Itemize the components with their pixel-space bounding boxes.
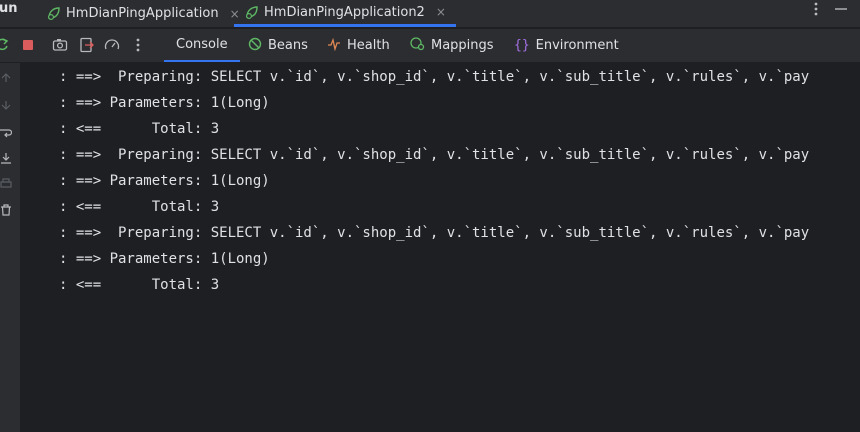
scroll-down-icon[interactable]: [0, 99, 12, 111]
more-options-icon[interactable]: [814, 2, 818, 20]
trash-icon[interactable]: [0, 204, 12, 216]
tab-beans-label: Beans: [268, 38, 308, 53]
tab-label: HmDianPingApplication: [66, 6, 219, 21]
print-icon[interactable]: [0, 178, 12, 190]
run-panel-title: Run: [0, 1, 18, 16]
log-line: : ==> Preparing: SELECT v.`id`, v.`shop_…: [59, 225, 810, 241]
run-toolbar: Console Beans Health Mappings {} Environ…: [0, 29, 860, 63]
tab-health-label: Health: [347, 38, 390, 53]
log-line: : ==> Preparing: SELECT v.`id`, v.`shop_…: [59, 147, 810, 163]
tab-label: HmDianPingApplication2: [264, 4, 425, 20]
minimize-icon[interactable]: [834, 2, 848, 20]
scroll-up-icon[interactable]: [0, 72, 12, 84]
console-side-toolbar: [0, 63, 20, 432]
tab-environment-label: Environment: [535, 38, 619, 53]
more-icon[interactable]: [130, 37, 146, 53]
run-tool-window-header: Run HmDianPingApplication × HmDianPingAp…: [0, 0, 860, 28]
tab-console-label: Console: [176, 37, 228, 52]
exit-icon[interactable]: [79, 37, 95, 53]
environment-icon: {}: [514, 38, 530, 53]
log-line: : ==> Parameters: 1(Long): [59, 173, 270, 189]
log-line: : <== Total: 3: [59, 199, 220, 215]
log-line: : ==> Parameters: 1(Long): [59, 95, 270, 111]
tab-mappings-label: Mappings: [431, 38, 494, 53]
tab-hmdianping-application[interactable]: HmDianPingApplication ×: [46, 0, 240, 27]
stop-icon[interactable]: [20, 37, 36, 53]
spring-boot-run-icon: [46, 6, 61, 21]
tab-hmdianping-application2[interactable]: HmDianPingApplication2 ×: [234, 0, 456, 27]
tab-beans[interactable]: Beans: [248, 29, 308, 62]
console-output[interactable]: : ==> Preparing: SELECT v.`id`, v.`shop_…: [20, 63, 860, 432]
tab-mappings[interactable]: Mappings: [410, 29, 494, 62]
log-line: : <== Total: 3: [59, 121, 220, 137]
spring-boot-run-icon: [244, 5, 259, 20]
tab-health[interactable]: Health: [327, 29, 390, 62]
scroll-to-end-icon[interactable]: [0, 152, 12, 164]
log-line: : <== Total: 3: [59, 277, 220, 293]
rerun-icon[interactable]: [0, 37, 10, 53]
tab-environment[interactable]: {} Environment: [514, 29, 619, 62]
beans-icon: [248, 37, 262, 55]
camera-icon[interactable]: [52, 37, 68, 53]
gauge-icon[interactable]: [104, 37, 120, 53]
soft-wrap-icon[interactable]: [0, 127, 13, 139]
tab-console[interactable]: Console: [164, 29, 240, 62]
health-icon: [327, 37, 341, 55]
mappings-icon: [410, 36, 425, 55]
log-line: : ==> Preparing: SELECT v.`id`, v.`shop_…: [59, 69, 810, 85]
log-line: : ==> Parameters: 1(Long): [59, 251, 270, 267]
close-icon[interactable]: ×: [436, 5, 446, 19]
